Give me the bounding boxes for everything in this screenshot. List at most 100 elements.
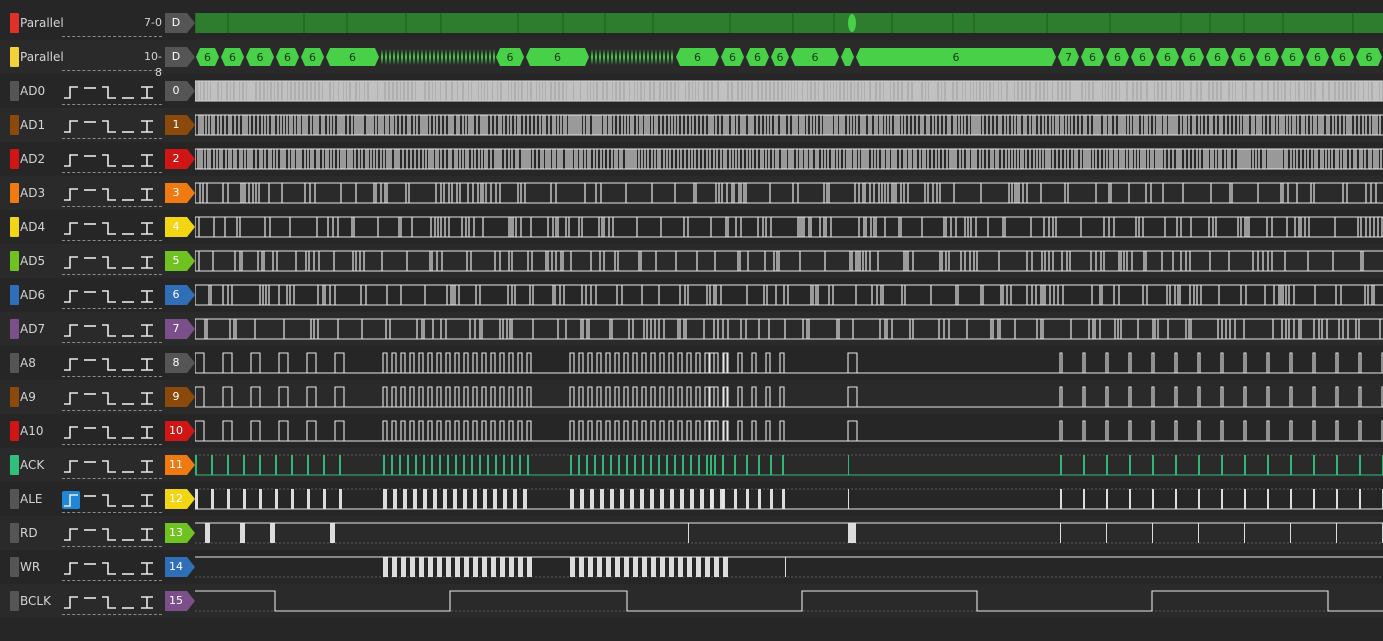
channel-index-badge[interactable]: 14 [165,557,195,577]
any-edge-icon[interactable] [138,355,156,373]
channel-color-swatch[interactable] [10,183,19,203]
channel-index-badge[interactable]: 12 [165,489,195,509]
falling-edge-icon[interactable] [100,491,118,509]
channel-row-a8[interactable]: A8 8 [0,346,1383,380]
high-level-icon[interactable] [81,593,99,611]
channel-color-swatch[interactable] [10,47,19,67]
channel-name[interactable]: AD1 [20,117,45,133]
any-edge-icon[interactable] [138,185,156,203]
channel-index-badge[interactable]: D [165,47,195,67]
channel-row-a10[interactable]: A10 10 [0,414,1383,448]
rising-edge-icon[interactable] [62,117,80,135]
channel-index-badge[interactable]: 1 [165,115,195,135]
channel-index-badge[interactable]: 3 [165,183,195,203]
channel-color-swatch[interactable] [10,217,19,237]
rising-edge-icon[interactable] [62,287,80,305]
low-level-icon[interactable] [119,491,137,509]
any-edge-icon[interactable] [138,83,156,101]
channel-color-swatch[interactable] [10,421,19,441]
channel-name[interactable]: AD2 [20,151,45,167]
channel-row-ad0[interactable]: AD0 0 [0,74,1383,108]
channel-color-swatch[interactable] [10,285,19,305]
low-level-icon[interactable] [119,253,137,271]
channel-index-badge[interactable]: 11 [165,455,195,475]
channel-color-swatch[interactable] [10,591,19,611]
channel-name[interactable]: RD [20,525,38,541]
channel-name[interactable]: AD6 [20,287,45,303]
any-edge-icon[interactable] [138,559,156,577]
channel-row-ad4[interactable]: AD4 4 [0,210,1383,244]
channel-name[interactable]: Parallel [20,49,64,65]
high-level-icon[interactable] [81,151,99,169]
channel-name[interactable]: ALE [20,491,42,507]
falling-edge-icon[interactable] [100,593,118,611]
high-level-icon[interactable] [81,321,99,339]
channel-row-ad6[interactable]: AD6 6 [0,278,1383,312]
channel-index-badge[interactable]: 9 [165,387,195,407]
waveform-trace[interactable] [195,210,1383,244]
channel-color-swatch[interactable] [10,13,19,33]
high-level-icon[interactable] [81,389,99,407]
channel-row-ad7[interactable]: AD7 7 [0,312,1383,346]
channel-index-badge[interactable]: 4 [165,217,195,237]
waveform-trace[interactable] [195,380,1383,414]
rising-edge-icon[interactable] [62,423,80,441]
channel-index-badge[interactable]: 2 [165,149,195,169]
any-edge-icon[interactable] [138,151,156,169]
waveform-trace[interactable] [195,74,1383,108]
any-edge-icon[interactable] [138,593,156,611]
falling-edge-icon[interactable] [100,457,118,475]
channel-color-swatch[interactable] [10,387,19,407]
low-level-icon[interactable] [119,83,137,101]
rising-edge-icon[interactable] [62,253,80,271]
high-level-icon[interactable] [81,287,99,305]
high-level-icon[interactable] [81,457,99,475]
high-level-icon[interactable] [81,117,99,135]
channel-color-swatch[interactable] [10,81,19,101]
waveform-trace[interactable]: 6 6 6 6 6 6 6 6 6 6 6 6 6 6 7 6 6 6 6 6 6 6 6 6 6 6 6 [195,40,1383,74]
waveform-trace[interactable] [195,6,1383,40]
rising-edge-icon[interactable] [62,151,80,169]
waveform-trace[interactable] [195,550,1383,584]
low-level-icon[interactable] [119,151,137,169]
channel-index-badge[interactable]: 8 [165,353,195,373]
low-level-icon[interactable] [119,219,137,237]
high-level-icon[interactable] [81,559,99,577]
channel-name[interactable]: AD3 [20,185,45,201]
channel-color-swatch[interactable] [10,353,19,373]
channel-name[interactable]: AD7 [20,321,45,337]
channel-row-ad5[interactable]: AD5 5 [0,244,1383,278]
waveform-trace[interactable] [195,482,1383,516]
any-edge-icon[interactable] [138,491,156,509]
falling-edge-icon[interactable] [100,355,118,373]
channel-row-ack[interactable]: ACK 11 [0,448,1383,482]
channel-index-badge[interactable]: 10 [165,421,195,441]
waveform-trace[interactable] [195,142,1383,176]
channel-name[interactable]: BCLK [20,593,51,609]
low-level-icon[interactable] [119,389,137,407]
channel-name[interactable]: Parallel [20,15,64,31]
rising-edge-icon[interactable] [62,219,80,237]
waveform-trace[interactable] [195,448,1383,482]
any-edge-icon[interactable] [138,525,156,543]
low-level-icon[interactable] [119,355,137,373]
waveform-trace[interactable] [195,176,1383,210]
channel-row-ad2[interactable]: AD2 2 [0,142,1383,176]
channel-row-ale[interactable]: ALE 12 [0,482,1383,516]
high-level-icon[interactable] [81,491,99,509]
any-edge-icon[interactable] [138,457,156,475]
channel-name[interactable]: A10 [20,423,43,439]
rising-edge-icon[interactable] [62,185,80,203]
any-edge-icon[interactable] [138,423,156,441]
channel-row-ad1[interactable]: AD1 1 [0,108,1383,142]
channel-row-wr[interactable]: WR 14 [0,550,1383,584]
channel-row-rd[interactable]: RD 13 [0,516,1383,550]
channel-name[interactable]: ACK [20,457,44,473]
rising-edge-icon[interactable] [62,321,80,339]
channel-index-badge[interactable]: 0 [165,81,195,101]
channel-color-swatch[interactable] [10,115,19,135]
rising-edge-icon[interactable] [62,457,80,475]
channel-row-bclk[interactable]: BCLK 15 [0,584,1383,618]
channel-index-badge[interactable]: 5 [165,251,195,271]
any-edge-icon[interactable] [138,117,156,135]
